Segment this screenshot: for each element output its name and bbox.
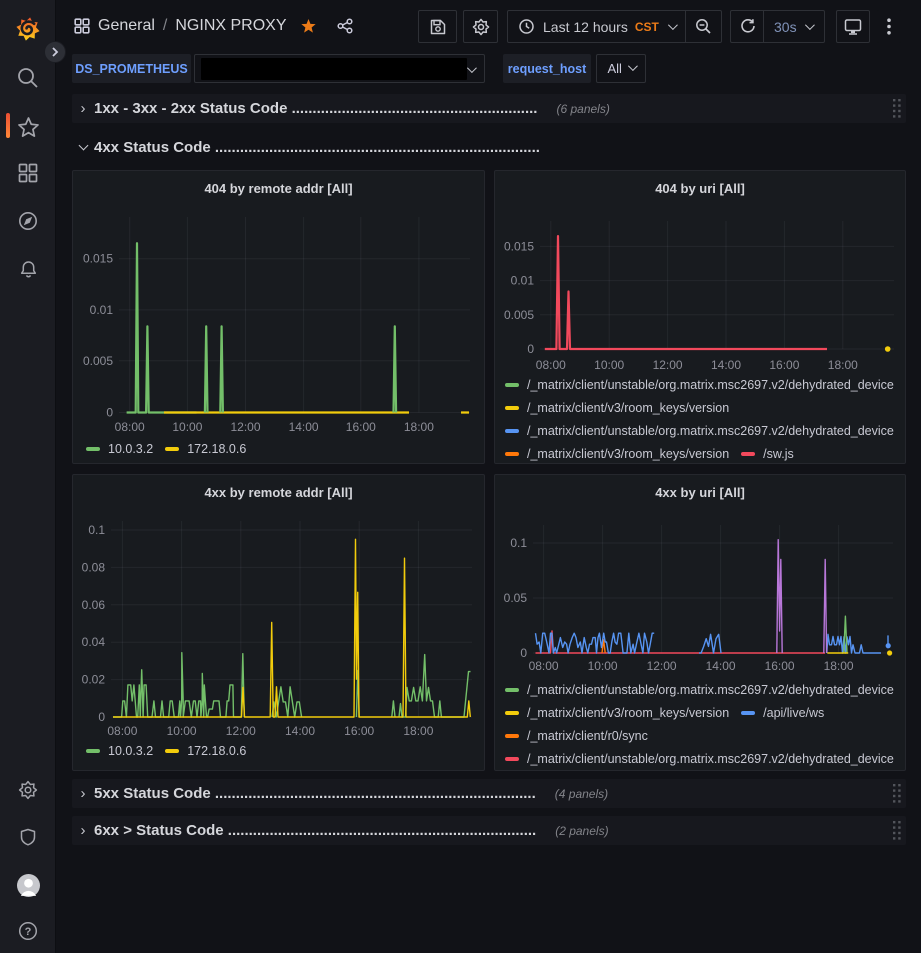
svg-text:?: ? [25,926,32,938]
svg-text:18:00: 18:00 [404,420,434,434]
svg-text:10:00: 10:00 [172,420,202,434]
svg-text:0.08: 0.08 [82,560,106,574]
svg-text:12:00: 12:00 [226,724,256,738]
svg-text:18:00: 18:00 [828,358,858,372]
svg-text:0.005: 0.005 [504,308,534,322]
svg-text:0: 0 [527,342,534,356]
svg-text:12:00: 12:00 [647,659,677,673]
svg-text:16:00: 16:00 [344,724,374,738]
svg-text:0: 0 [520,646,527,660]
svg-text:0.02: 0.02 [82,673,106,687]
svg-text:0.005: 0.005 [83,354,113,368]
svg-text:0.015: 0.015 [504,239,534,253]
svg-text:14:00: 14:00 [706,659,736,673]
svg-text:0: 0 [106,406,113,420]
svg-text:08:00: 08:00 [536,358,566,372]
svg-text:08:00: 08:00 [529,659,559,673]
svg-text:10:00: 10:00 [588,659,618,673]
svg-text:0.01: 0.01 [511,274,535,288]
svg-text:10:00: 10:00 [167,724,197,738]
svg-text:0.1: 0.1 [510,536,527,550]
svg-text:16:00: 16:00 [765,659,795,673]
svg-text:18:00: 18:00 [403,724,433,738]
svg-text:0.01: 0.01 [90,303,114,317]
svg-text:14:00: 14:00 [285,724,315,738]
svg-text:10:00: 10:00 [594,358,624,372]
svg-text:16:00: 16:00 [769,358,799,372]
svg-text:14:00: 14:00 [289,420,319,434]
svg-text:16:00: 16:00 [346,420,376,434]
svg-text:12:00: 12:00 [653,358,683,372]
svg-text:18:00: 18:00 [824,659,854,673]
svg-text:0.05: 0.05 [504,591,528,605]
svg-text:12:00: 12:00 [230,420,260,434]
svg-text:0: 0 [98,710,105,724]
svg-text:0.1: 0.1 [88,523,105,537]
svg-text:08:00: 08:00 [107,724,137,738]
svg-text:14:00: 14:00 [711,358,741,372]
svg-text:08:00: 08:00 [115,420,145,434]
svg-text:0.015: 0.015 [83,252,113,266]
svg-text:0.04: 0.04 [82,635,106,649]
svg-text:0.06: 0.06 [82,598,106,612]
